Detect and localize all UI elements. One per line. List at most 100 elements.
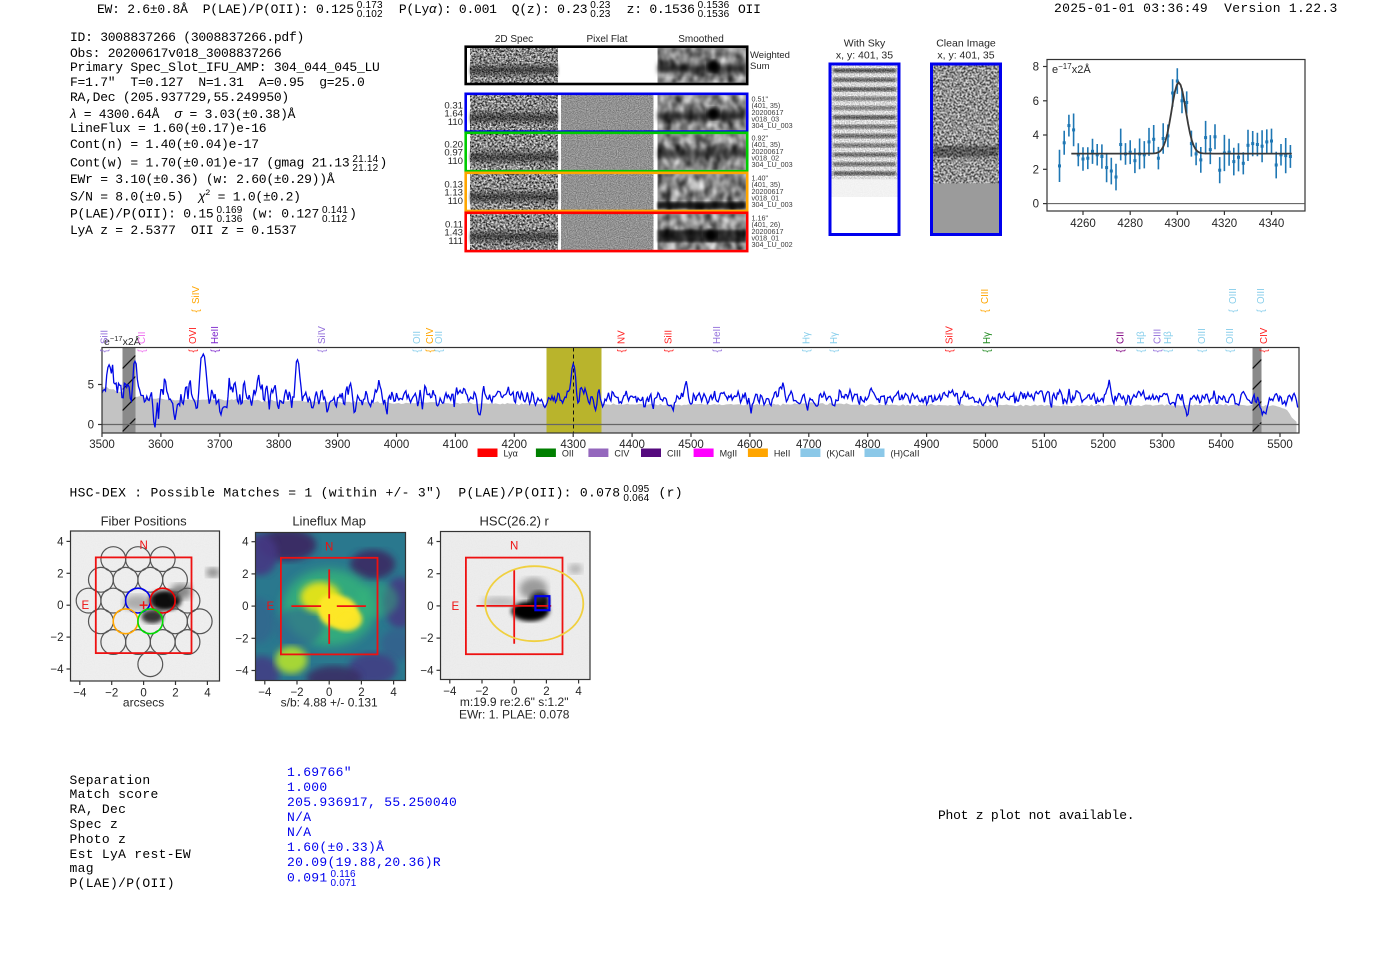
svg-text:{: { <box>1225 349 1236 353</box>
svg-text:{: { <box>802 349 813 353</box>
svg-text:NV: NV <box>617 330 628 344</box>
svg-text:{: { <box>982 349 993 353</box>
svg-text:304_LU_003: 304_LU_003 <box>752 121 793 130</box>
svg-text:HeII: HeII <box>712 326 723 344</box>
svg-text:Pixel Flat: Pixel Flat <box>586 34 627 45</box>
svg-text:111: 111 <box>448 236 463 247</box>
svg-text:−4: −4 <box>235 666 249 678</box>
svg-text:{: { <box>412 349 423 353</box>
svg-text:5: 5 <box>88 380 94 392</box>
svg-text:5400: 5400 <box>1208 439 1234 451</box>
svg-text:0: 0 <box>427 601 433 613</box>
svg-text:With Sky: With Sky <box>844 38 886 50</box>
svg-text:x, y: 401, 35: x, y: 401, 35 <box>836 50 893 62</box>
svg-text:304_LU_002: 304_LU_002 <box>752 240 793 249</box>
svg-text:3500: 3500 <box>89 439 115 451</box>
svg-text:{: { <box>210 349 221 353</box>
svg-text:HeII: HeII <box>774 449 791 459</box>
svg-text:3700: 3700 <box>207 439 233 451</box>
svg-text:(K)CaII: (K)CaII <box>826 449 855 459</box>
svg-text:EWr: 1. PLAE: 0.078: EWr: 1. PLAE: 0.078 <box>459 708 570 722</box>
svg-text:Weighted: Weighted <box>750 50 790 61</box>
svg-text:OII: OII <box>562 449 574 459</box>
svg-text:CIV: CIV <box>1259 327 1270 344</box>
svg-text:4000: 4000 <box>384 439 410 451</box>
svg-text:CII: CII <box>1116 331 1127 344</box>
svg-text:{: { <box>188 349 199 353</box>
svg-text:110: 110 <box>448 196 463 207</box>
svg-text:arcsecs: arcsecs <box>123 696 164 710</box>
svg-text:−4: −4 <box>258 687 272 699</box>
svg-text:SiIV: SiIV <box>317 326 328 344</box>
svg-text:CII: CII <box>137 331 148 344</box>
svg-text:SiII: SiII <box>664 330 675 344</box>
svg-text:{: { <box>191 309 202 313</box>
svg-text:Clean Image: Clean Image <box>936 38 996 50</box>
svg-text:{: { <box>137 349 148 353</box>
svg-text:Smoothed: Smoothed <box>678 34 724 45</box>
svg-text:2: 2 <box>172 688 178 700</box>
svg-text:x, y: 401, 35: x, y: 401, 35 <box>937 50 994 62</box>
svg-text:8: 8 <box>1033 62 1039 74</box>
svg-text:4340: 4340 <box>1259 218 1285 230</box>
svg-text:4280: 4280 <box>1117 218 1143 230</box>
svg-text:{: { <box>1256 309 1267 313</box>
svg-text:{: { <box>980 309 991 313</box>
svg-text:{: { <box>664 349 675 353</box>
svg-text:3900: 3900 <box>325 439 351 451</box>
svg-text:{: { <box>1228 309 1239 313</box>
svg-text:{: { <box>829 349 840 353</box>
svg-text:E: E <box>82 600 90 612</box>
svg-text:−2: −2 <box>50 632 63 644</box>
svg-text:5200: 5200 <box>1091 439 1117 451</box>
svg-text:Hγ: Hγ <box>982 332 993 344</box>
svg-text:OII: OII <box>412 331 423 344</box>
svg-text:−2: −2 <box>420 633 433 645</box>
svg-text:Hβ: Hβ <box>1136 331 1147 344</box>
svg-text:−4: −4 <box>73 688 87 700</box>
svg-text:2: 2 <box>1033 164 1039 176</box>
svg-text:304_LU_003: 304_LU_003 <box>752 160 793 169</box>
svg-text:Sum: Sum <box>750 61 770 72</box>
svg-text:N: N <box>510 541 518 553</box>
svg-text:{: { <box>434 349 445 353</box>
svg-text:HeII: HeII <box>210 326 221 344</box>
svg-text:−4: −4 <box>420 665 434 677</box>
svg-text:−2: −2 <box>105 688 118 700</box>
svg-text:OIII: OIII <box>1197 328 1208 344</box>
svg-text:−4: −4 <box>443 686 457 698</box>
svg-text:4: 4 <box>427 537 434 549</box>
svg-text:s/b: 4.88 +/- 0.131: s/b: 4.88 +/- 0.131 <box>281 696 378 710</box>
svg-text:{: { <box>1197 349 1208 353</box>
svg-text:N: N <box>139 540 147 552</box>
svg-text:(H)CaII: (H)CaII <box>891 449 920 459</box>
svg-text:Fiber Positions: Fiber Positions <box>101 514 187 529</box>
svg-text:0: 0 <box>88 420 94 432</box>
svg-text:4: 4 <box>242 537 249 549</box>
svg-text:2: 2 <box>242 569 248 581</box>
svg-text:OII: OII <box>434 331 445 344</box>
svg-text:5500: 5500 <box>1267 439 1293 451</box>
svg-text:Lineflux Map: Lineflux Map <box>292 514 366 529</box>
svg-text:SiII: SiII <box>100 330 111 344</box>
svg-text:−2: −2 <box>235 633 248 645</box>
svg-text:4: 4 <box>57 536 64 548</box>
svg-text:OIII: OIII <box>1225 328 1236 344</box>
svg-text:e−17x2Å: e−17x2Å <box>1052 62 1091 76</box>
svg-text:{: { <box>317 349 328 353</box>
svg-text:{: { <box>945 349 956 353</box>
svg-text:{: { <box>100 349 111 353</box>
svg-text:{: { <box>1116 349 1127 353</box>
svg-text:MgII: MgII <box>720 449 738 459</box>
svg-text:HSC(26.2) r: HSC(26.2) r <box>480 514 550 529</box>
svg-text:5300: 5300 <box>1149 439 1175 451</box>
svg-text:SiIV: SiIV <box>191 286 202 304</box>
svg-text:OIII: OIII <box>1256 288 1267 304</box>
svg-text:2: 2 <box>57 568 63 580</box>
svg-text:{: { <box>1136 349 1147 353</box>
svg-text:4260: 4260 <box>1070 218 1096 230</box>
svg-text:OVI: OVI <box>188 327 199 344</box>
svg-text:CIII: CIII <box>667 449 681 459</box>
svg-text:4320: 4320 <box>1212 218 1238 230</box>
svg-text:Hγ: Hγ <box>829 332 840 344</box>
